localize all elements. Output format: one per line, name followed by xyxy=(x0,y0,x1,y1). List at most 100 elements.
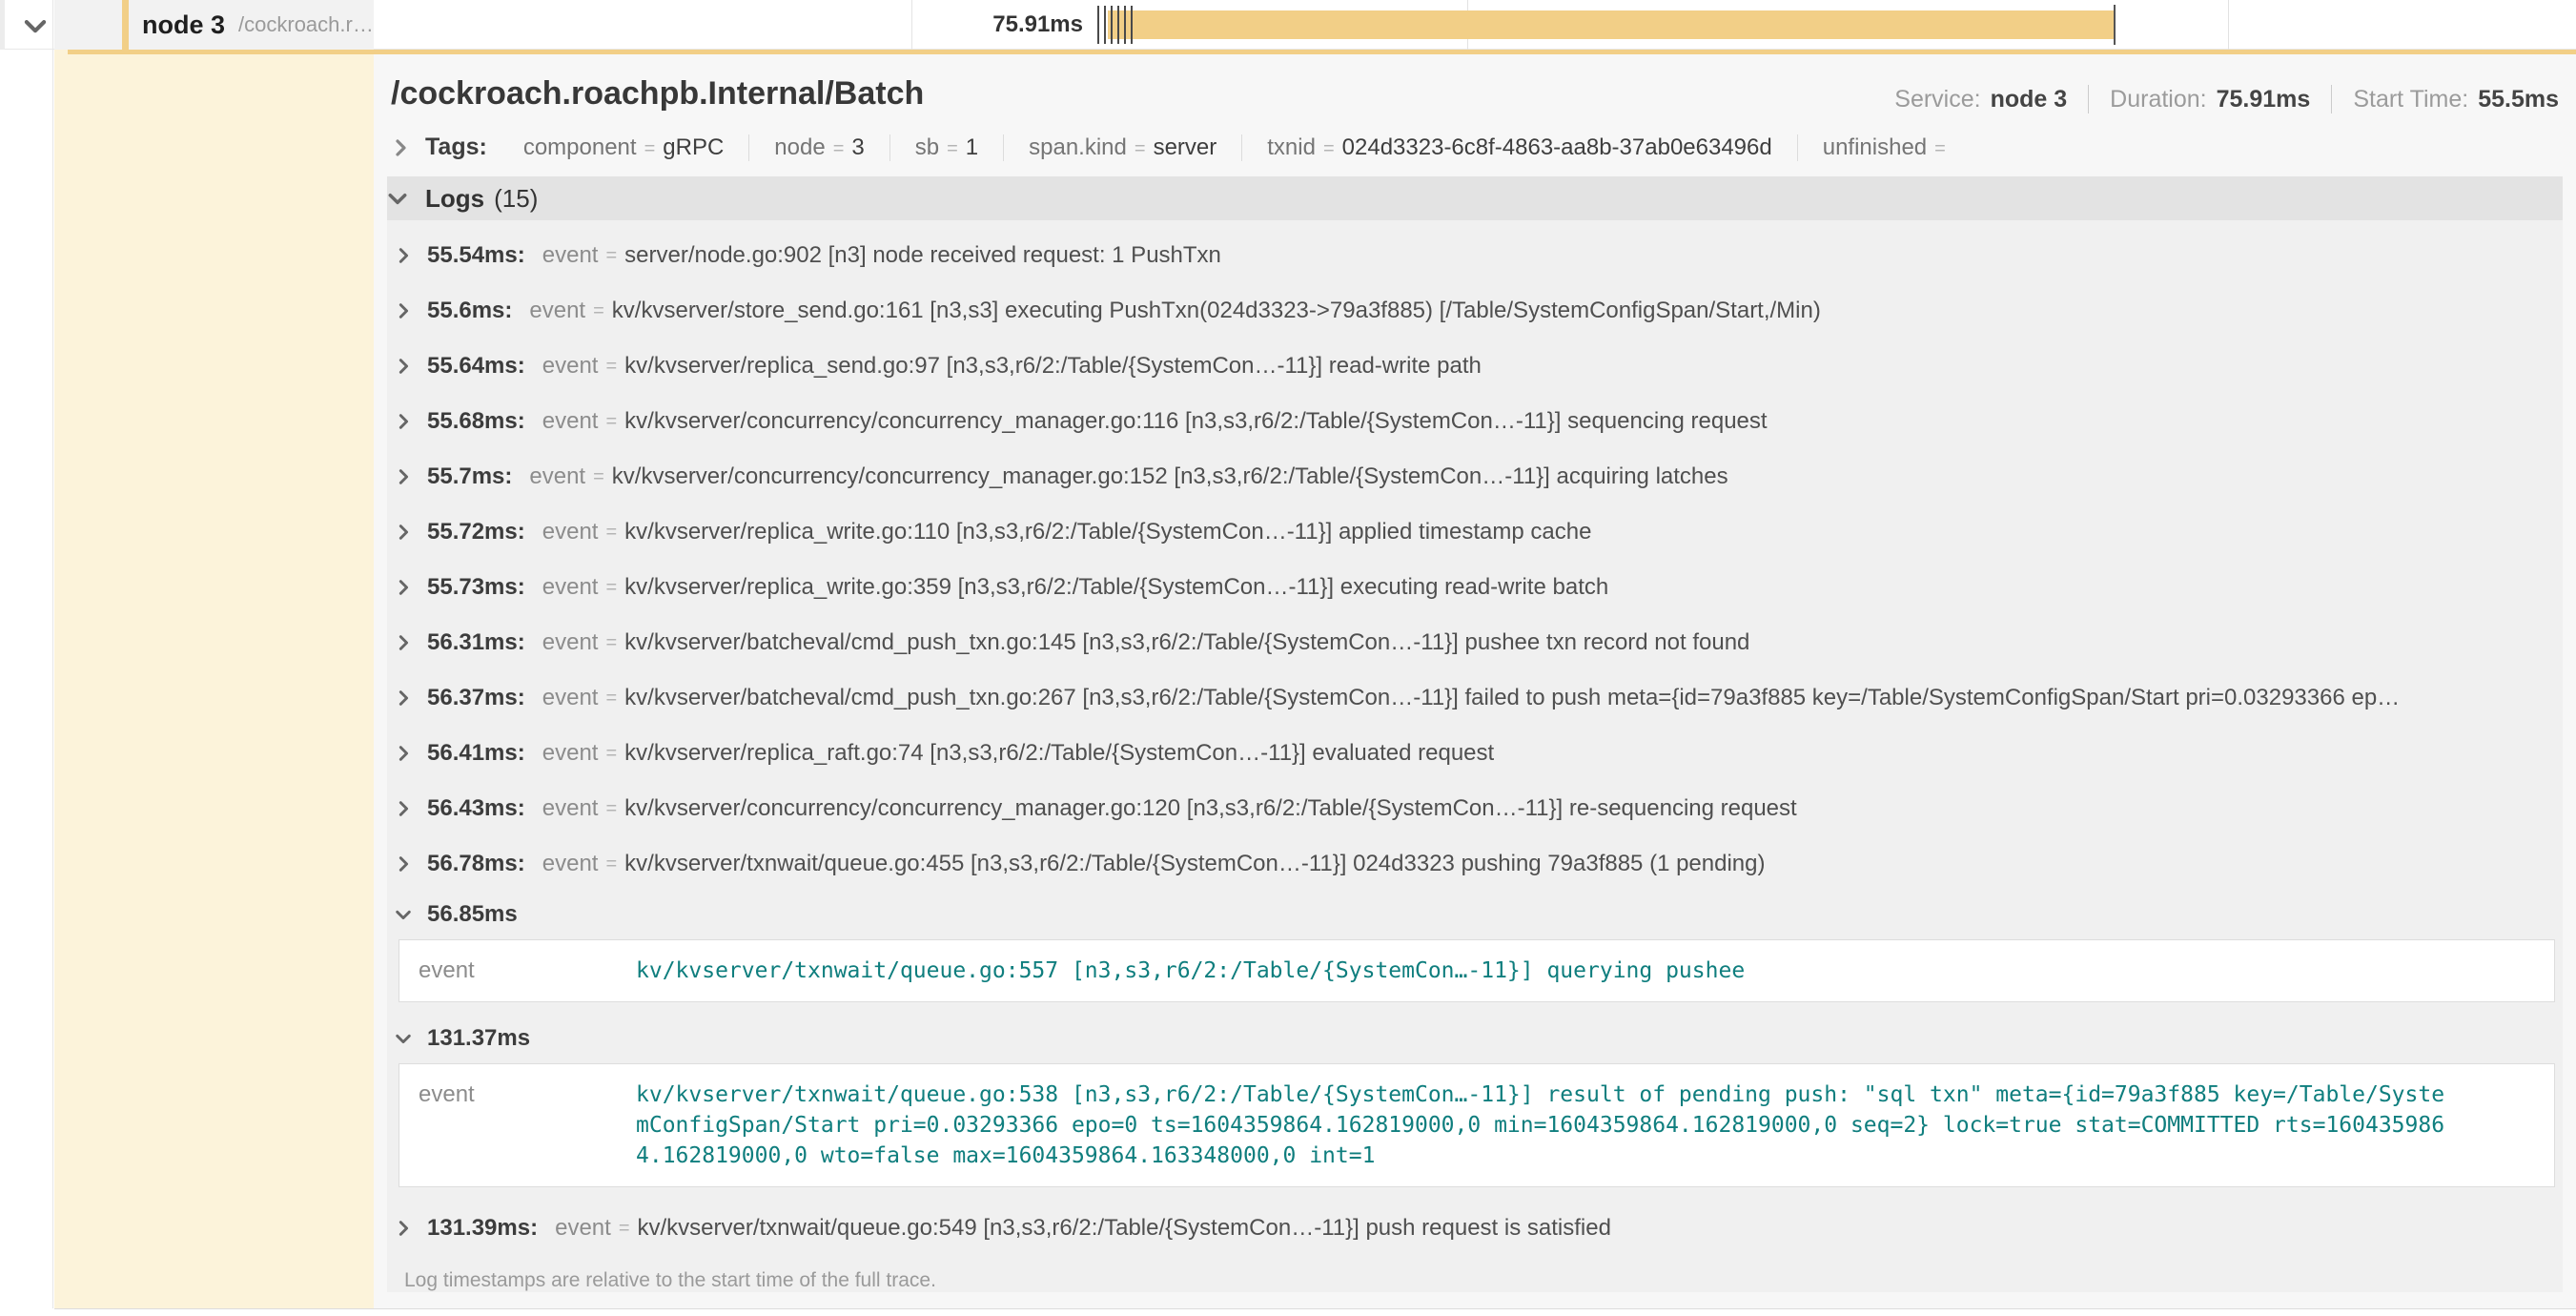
equals-sign: = xyxy=(1135,138,1146,160)
log-message: server/node.go:902 [n3] node received re… xyxy=(624,242,1221,269)
log-row-expanded-header[interactable]: 131.37ms xyxy=(395,1016,2563,1061)
log-row[interactable]: 55.54ms:event=server/node.go:902 [n3] no… xyxy=(395,228,2563,283)
equals-sign: = xyxy=(605,577,617,599)
chevron-right-icon xyxy=(395,524,412,541)
log-timestamp: 56.78ms: xyxy=(427,851,525,877)
log-timestamp: 56.43ms: xyxy=(427,795,525,822)
log-field-key: event xyxy=(542,795,599,822)
chevron-right-icon xyxy=(395,358,412,375)
log-row[interactable]: 56.43ms:event=kv/kvserver/concurrency/co… xyxy=(395,781,2563,836)
log-timestamp: 55.64ms: xyxy=(427,353,525,380)
span-meta: Service:node 3 Duration:75.91ms Start Ti… xyxy=(1894,85,2559,113)
log-field-key: event xyxy=(529,463,585,490)
tag-span-kind: span.kind=server xyxy=(1003,134,1241,161)
log-row[interactable]: 55.72ms:event=kv/kvserver/replica_write.… xyxy=(395,504,2563,560)
chevron-right-icon xyxy=(391,138,410,157)
log-row[interactable]: 55.73ms:event=kv/kvserver/replica_write.… xyxy=(395,560,2563,615)
chevron-right-icon xyxy=(395,247,412,264)
log-detail-card: event kv/kvserver/txnwait/queue.go:557 [… xyxy=(399,939,2555,1002)
log-row[interactable]: 56.78ms:event=kv/kvserver/txnwait/queue.… xyxy=(395,836,2563,892)
service-label: Service: xyxy=(1894,86,1980,113)
log-entry-expanded: 56.85ms event kv/kvserver/txnwait/queue.… xyxy=(395,892,2563,1002)
equals-sign: = xyxy=(947,138,958,160)
log-row[interactable]: 56.37ms:event=kv/kvserver/batcheval/cmd_… xyxy=(395,670,2563,726)
log-field-key: event xyxy=(529,298,585,324)
chevron-right-icon xyxy=(395,302,412,319)
log-field-key: event xyxy=(419,956,636,984)
chevron-down-icon xyxy=(395,906,412,923)
log-row[interactable]: 55.7ms:event=kv/kvserver/concurrency/con… xyxy=(395,449,2563,504)
chevron-right-icon xyxy=(395,855,412,873)
column-divider[interactable] xyxy=(911,0,912,50)
log-message: kv/kvserver/replica_send.go:97 [n3,s3,r6… xyxy=(624,353,1482,380)
log-message: kv/kvserver/txnwait/queue.go:549 [n3,s3,… xyxy=(638,1215,1611,1242)
chevron-down-icon xyxy=(387,188,408,209)
tag-component: component=gRPC xyxy=(499,134,748,161)
start-time-value: 55.5ms xyxy=(2478,86,2559,113)
log-row-expanded-header[interactable]: 56.85ms xyxy=(395,892,2563,937)
log-timestamp: 55.7ms: xyxy=(427,463,512,490)
logs-title: Logs xyxy=(425,184,484,214)
equals-sign: = xyxy=(605,688,617,709)
log-field-key: event xyxy=(542,740,599,767)
equals-sign: = xyxy=(833,138,845,160)
tag-list: component=gRPC node=3 sb=1 span.kind=ser… xyxy=(499,134,1978,161)
log-timestamp: 55.6ms: xyxy=(427,298,512,324)
log-entry-expanded: 131.37ms event kv/kvserver/txnwait/queue… xyxy=(395,1016,2563,1187)
equals-sign: = xyxy=(1934,138,1946,160)
log-timestamp: 56.85ms xyxy=(427,901,518,928)
log-detail-card: event kv/kvserver/txnwait/queue.go:538 [… xyxy=(399,1063,2555,1187)
equals-sign: = xyxy=(605,522,617,544)
log-row[interactable]: 131.39ms:event=kv/kvserver/txnwait/queue… xyxy=(395,1201,2563,1256)
trace-span-row: node 3 /cockroach.roach… 75.91ms xyxy=(0,0,2576,50)
span-bar-end-marker xyxy=(2114,5,2116,45)
log-message: kv/kvserver/store_send.go:161 [n3,s3] ex… xyxy=(612,298,1821,324)
equals-sign: = xyxy=(1323,138,1335,160)
span-name-cell[interactable]: node 3 /cockroach.roach… xyxy=(54,0,374,50)
log-message: kv/kvserver/replica_raft.go:74 [n3,s3,r6… xyxy=(624,740,1494,767)
tags-section-header[interactable]: Tags: component=gRPC node=3 sb=1 span.ki… xyxy=(374,124,2576,176)
span-tick-marks xyxy=(1097,6,1135,44)
span-operation-name: /cockroach.roach… xyxy=(238,12,374,37)
chevron-down-icon[interactable] xyxy=(23,13,48,38)
tags-label: Tags: xyxy=(425,134,487,161)
chevron-right-icon xyxy=(395,1220,412,1237)
log-field-value: kv/kvserver/txnwait/queue.go:538 [n3,s3,… xyxy=(636,1080,2447,1171)
start-time-label: Start Time: xyxy=(2353,86,2468,113)
log-timestamp: 131.37ms xyxy=(427,1025,530,1052)
span-row-tint-column xyxy=(54,50,374,1308)
log-timestamp: 131.39ms: xyxy=(427,1215,538,1242)
log-row[interactable]: 56.41ms:event=kv/kvserver/replica_raft.g… xyxy=(395,726,2563,781)
chevron-right-icon xyxy=(395,745,412,762)
log-field-key: event xyxy=(542,519,599,545)
equals-sign: = xyxy=(605,632,617,654)
chevron-right-icon xyxy=(395,468,412,485)
logs-section: Logs (15) 55.54ms:event=server/node.go:9… xyxy=(387,176,2563,1292)
log-field-key: event xyxy=(542,408,599,435)
span-duration-bar[interactable] xyxy=(1108,10,2115,39)
log-timestamp: 55.72ms: xyxy=(427,519,525,545)
equals-sign: = xyxy=(644,138,656,160)
tag-node: node=3 xyxy=(748,134,889,161)
chevron-right-icon xyxy=(395,689,412,707)
log-field-key: event xyxy=(542,629,599,656)
service-value: node 3 xyxy=(1991,86,2068,113)
log-row[interactable]: 55.64ms:event=kv/kvserver/replica_send.g… xyxy=(395,339,2563,394)
gutter-border xyxy=(52,0,53,1308)
log-message: kv/kvserver/txnwait/queue.go:455 [n3,s3,… xyxy=(624,851,1765,877)
log-field-key: event xyxy=(542,851,599,877)
chevron-right-icon xyxy=(395,634,412,651)
log-field-key: event xyxy=(542,685,599,711)
log-timestamp: 56.31ms: xyxy=(427,629,525,656)
logs-section-header[interactable]: Logs (15) xyxy=(387,176,2563,220)
chevron-right-icon xyxy=(395,579,412,596)
log-timestamp: 56.41ms: xyxy=(427,740,525,767)
tag-unfinished: unfinished= xyxy=(1797,134,1978,161)
span-color-bar xyxy=(122,0,129,50)
log-row[interactable]: 55.68ms:event=kv/kvserver/concurrency/co… xyxy=(395,394,2563,449)
log-row[interactable]: 55.6ms:event=kv/kvserver/store_send.go:1… xyxy=(395,283,2563,339)
left-edge-strip xyxy=(0,0,5,50)
log-field-key: event xyxy=(419,1080,636,1108)
log-row[interactable]: 56.31ms:event=kv/kvserver/batcheval/cmd_… xyxy=(395,615,2563,670)
equals-sign: = xyxy=(605,798,617,820)
